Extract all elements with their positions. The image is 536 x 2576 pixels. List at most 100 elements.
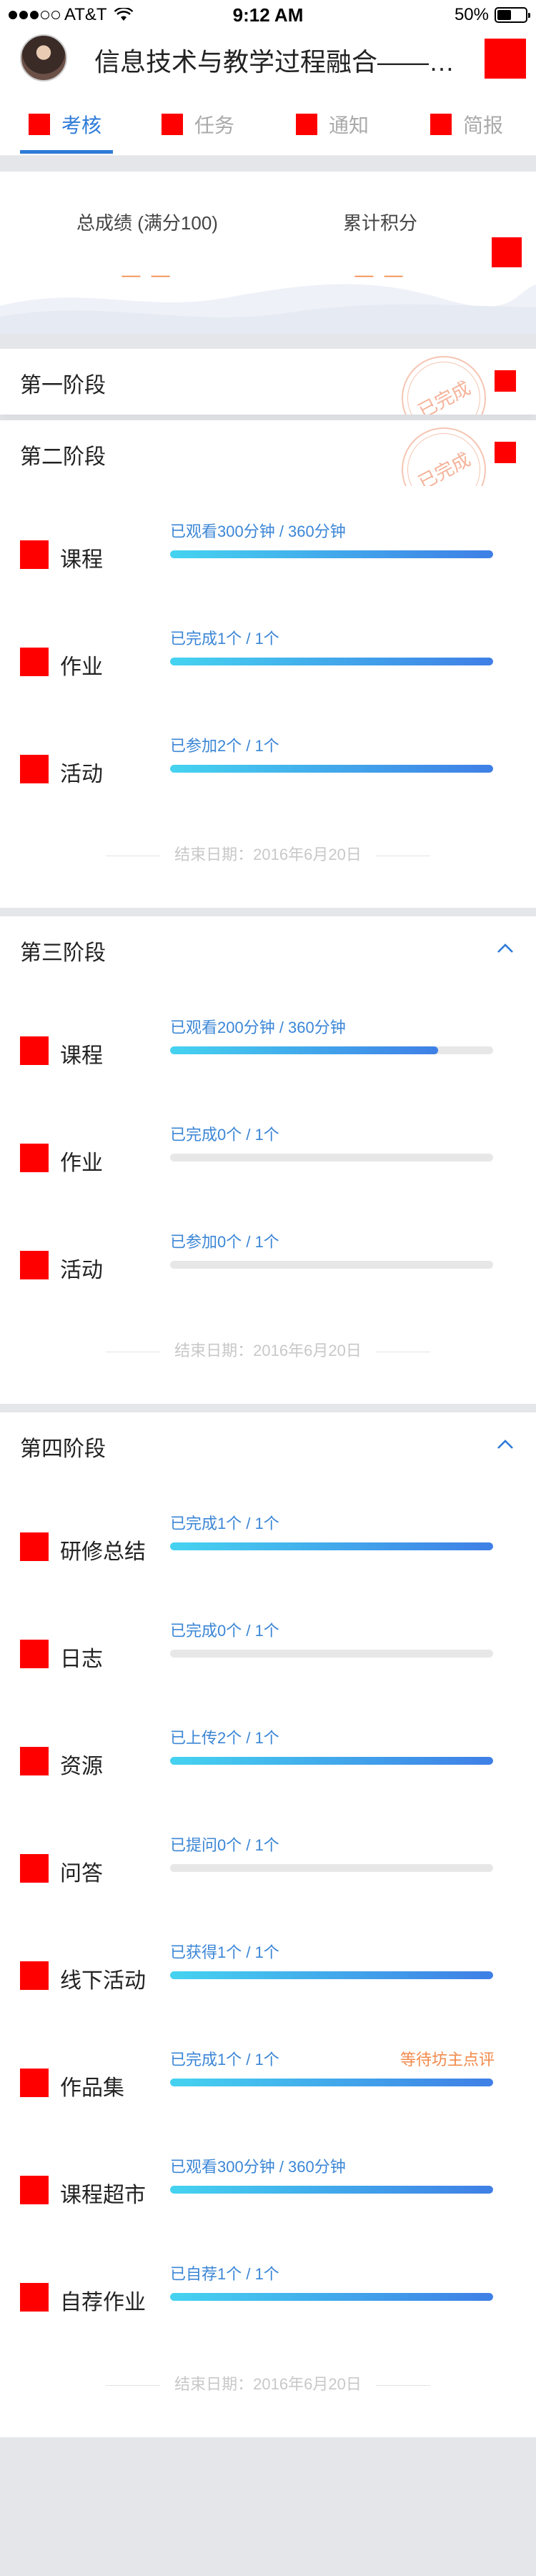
item-name: 作业 bbox=[60, 1151, 103, 1175]
homework-icon bbox=[20, 648, 49, 676]
progress-fill bbox=[170, 2186, 493, 2194]
stage-header-2[interactable]: 第二阶段 已完成 bbox=[0, 420, 536, 486]
stage-body-4: 研修总结 已完成1个 / 1个 日志 已完成0个 / 1个 资源 已上传2个 /… bbox=[0, 1478, 536, 2437]
total-score-label: 总成绩 (满分100) bbox=[76, 212, 218, 234]
course-icon bbox=[20, 540, 49, 569]
stage-title: 第一阶段 bbox=[20, 374, 106, 397]
homework-icon bbox=[20, 1144, 49, 1172]
progress-bar bbox=[170, 1757, 493, 1765]
points-value: — — bbox=[354, 264, 406, 285]
progress-fill bbox=[170, 765, 493, 773]
stage-title: 第三阶段 bbox=[20, 941, 106, 965]
item-name: 活动 bbox=[60, 763, 103, 786]
tab-bar: 考核 任务 通知 简报 bbox=[0, 93, 536, 156]
progress-fill bbox=[170, 2293, 493, 2301]
chevron-up-icon[interactable] bbox=[495, 938, 516, 959]
list-item[interactable]: 作业 已完成1个 / 1个 bbox=[0, 606, 536, 713]
stage-end-date: 结束日期：2016年6月20日 bbox=[0, 842, 536, 865]
points-block: 累计积分 — — bbox=[273, 209, 487, 286]
progress-bar bbox=[170, 765, 493, 773]
progress-fill bbox=[170, 658, 493, 665]
points-label: 累计积分 bbox=[342, 212, 417, 234]
progress-bar bbox=[170, 550, 493, 558]
progress-bar bbox=[170, 1864, 493, 1872]
qa-icon bbox=[20, 1854, 49, 1883]
progress-bar bbox=[170, 1650, 493, 1658]
battery-label: 50% bbox=[454, 5, 489, 24]
list-item[interactable]: 作品集 已完成1个 / 1个 等待坊主点评 bbox=[0, 2027, 536, 2134]
status-right: 50% bbox=[454, 5, 530, 25]
item-progress: 已观看300分钟 / 360分钟 bbox=[170, 2158, 346, 2176]
stamp-label: 已完成 bbox=[415, 376, 475, 415]
item-name: 问答 bbox=[60, 1862, 103, 1886]
list-item[interactable]: 作业 已完成0个 / 1个 bbox=[0, 1102, 536, 1209]
progress-fill bbox=[170, 1971, 493, 1979]
item-name: 研修总结 bbox=[60, 1540, 146, 1564]
total-score-block: 总成绩 (满分100) — — bbox=[40, 209, 254, 286]
resource-icon bbox=[20, 1747, 49, 1775]
stage-toggle-icon[interactable] bbox=[495, 370, 516, 392]
stage-header-4[interactable]: 第四阶段 bbox=[0, 1412, 536, 1478]
list-item[interactable]: 自荐作业 已自荐1个 / 1个 bbox=[0, 2241, 536, 2349]
battery-icon bbox=[495, 7, 530, 23]
progress-fill bbox=[170, 2079, 493, 2086]
progress-bar bbox=[170, 1971, 493, 1979]
list-item[interactable]: 活动 已参加0个 / 1个 bbox=[0, 1209, 536, 1317]
item-name: 线下活动 bbox=[60, 1969, 146, 1993]
stage-toggle-icon[interactable] bbox=[495, 442, 516, 463]
progress-fill bbox=[170, 1046, 439, 1054]
item-name: 日志 bbox=[60, 1648, 103, 1671]
briefings-icon bbox=[430, 114, 452, 135]
header-action-icon[interactable] bbox=[485, 39, 526, 79]
progress-bar bbox=[170, 2079, 493, 2086]
tab-tasks[interactable]: 任务 bbox=[162, 110, 234, 139]
progress-bar bbox=[170, 1261, 493, 1269]
list-item[interactable]: 课程 已观看200分钟 / 360分钟 bbox=[0, 995, 536, 1102]
stage-title: 第四阶段 bbox=[20, 1437, 106, 1461]
item-progress: 已完成1个 / 1个 bbox=[170, 1515, 279, 1532]
item-name: 课程 bbox=[60, 548, 103, 572]
list-item[interactable]: 问答 已提问0个 / 1个 bbox=[0, 1813, 536, 1920]
item-progress: 已完成1个 / 1个 bbox=[170, 630, 279, 648]
stage-header-1[interactable]: 第一阶段 已完成 bbox=[0, 349, 536, 415]
score-summary: 总成绩 (满分100) — — 累计积分 — — bbox=[0, 172, 536, 335]
status-bar: AT&T 9:12 AM 50% bbox=[0, 0, 536, 29]
item-name: 课程超市 bbox=[60, 2184, 146, 2207]
portfolio-icon bbox=[20, 2069, 49, 2097]
list-item[interactable]: 课程 已观看300分钟 / 360分钟 bbox=[0, 499, 536, 606]
tab-assessment[interactable]: 考核 bbox=[29, 110, 101, 139]
list-item[interactable]: 线下活动 已获得1个 / 1个 bbox=[0, 1920, 536, 2027]
tab-notices[interactable]: 通知 bbox=[296, 110, 369, 139]
item-name: 资源 bbox=[60, 1755, 103, 1778]
tab-briefings[interactable]: 简报 bbox=[430, 110, 503, 139]
item-progress: 已自荐1个 / 1个 bbox=[170, 2265, 279, 2283]
progress-bar bbox=[170, 658, 493, 665]
stage-end-date: 结束日期：2016年6月20日 bbox=[0, 2372, 536, 2394]
progress-bar bbox=[170, 1046, 493, 1054]
avatar[interactable] bbox=[20, 34, 67, 81]
item-progress: 已观看200分钟 / 360分钟 bbox=[170, 1019, 346, 1036]
active-tab-indicator bbox=[20, 150, 113, 154]
item-progress: 已参加0个 / 1个 bbox=[170, 1233, 279, 1251]
progress-bar bbox=[170, 1542, 493, 1550]
list-item[interactable]: 日志 已完成0个 / 1个 bbox=[0, 1598, 536, 1705]
course-title: 信息技术与教学过程融合——教... bbox=[94, 47, 466, 76]
review-status: 等待坊主点评 bbox=[399, 2051, 495, 2069]
list-item[interactable]: 研修总结 已完成1个 / 1个 bbox=[0, 1491, 536, 1598]
stage-header-3[interactable]: 第三阶段 bbox=[0, 916, 536, 982]
item-name: 作品集 bbox=[60, 2076, 124, 2100]
total-score-value: — — bbox=[121, 264, 173, 285]
chevron-up-icon[interactable] bbox=[495, 1434, 516, 1455]
assessment-icon bbox=[29, 114, 50, 135]
course-icon bbox=[20, 1036, 49, 1065]
item-progress: 已完成0个 / 1个 bbox=[170, 1622, 279, 1640]
list-item[interactable]: 资源 已上传2个 / 1个 bbox=[0, 1705, 536, 1813]
item-progress: 已观看300分钟 / 360分钟 bbox=[170, 522, 346, 540]
progress-bar bbox=[170, 2186, 493, 2194]
item-progress: 已完成1个 / 1个 bbox=[170, 2051, 279, 2069]
item-progress: 已上传2个 / 1个 bbox=[170, 1729, 279, 1747]
tab-label: 考核 bbox=[61, 114, 102, 137]
list-item[interactable]: 课程超市 已观看300分钟 / 360分钟 bbox=[0, 2134, 536, 2241]
list-item[interactable]: 活动 已参加2个 / 1个 bbox=[0, 713, 536, 821]
score-detail-icon[interactable] bbox=[492, 237, 522, 267]
